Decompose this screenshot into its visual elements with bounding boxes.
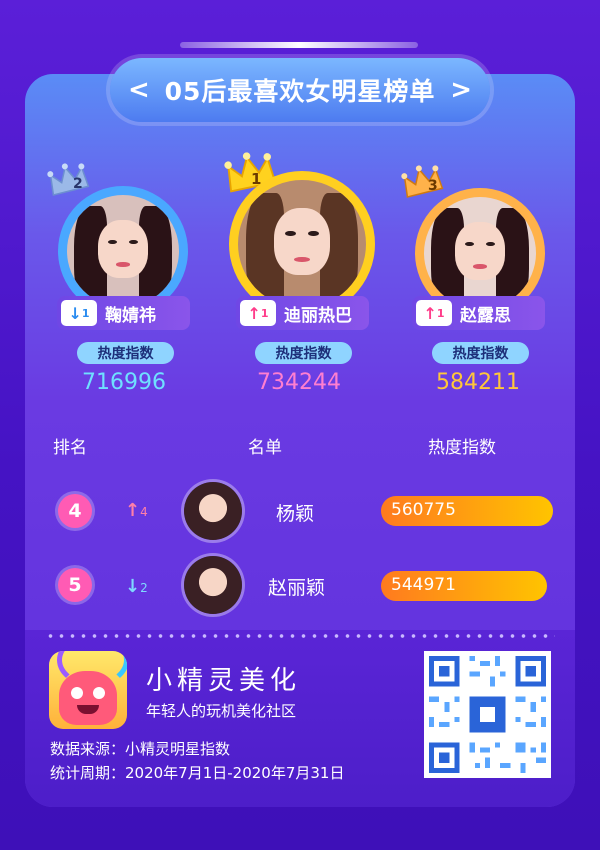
trend-badge: ↓ 1: [61, 300, 97, 326]
data-source: 数据来源：小精灵明星指数: [50, 740, 231, 758]
up-arrow-icon: ↑: [423, 303, 437, 323]
stat-period: 统计周期：2020年7月1日-2020年7月31日: [50, 764, 345, 782]
star-name: 迪丽热巴: [284, 305, 352, 326]
next-arrow-icon[interactable]: >: [450, 75, 472, 105]
heat-bar: 560775: [381, 496, 553, 526]
header-heat: 热度指数: [428, 438, 496, 458]
star-name: 杨颖: [276, 503, 315, 525]
top-glow-bar: [180, 42, 418, 48]
rank-number: 2: [73, 176, 83, 192]
name-tag: ↑ 1 赵露思: [412, 296, 545, 330]
rank-number: 3: [428, 178, 438, 194]
brand-name: 小精灵美化: [146, 666, 302, 696]
star-name: 鞠婧祎: [105, 305, 156, 326]
heat-label: 热度指数: [77, 342, 174, 364]
row-rank: 5: [58, 568, 92, 602]
dotted-divider: [45, 634, 555, 638]
header-rank: 排名: [53, 438, 87, 458]
star-name: 赵露思: [460, 305, 511, 326]
heat-bar: 544971: [381, 571, 547, 601]
trend-badge: ↑ 1: [416, 300, 452, 326]
avatar: [184, 556, 242, 614]
heat-label: 热度指数: [432, 342, 529, 364]
app-logo-icon[interactable]: [49, 651, 127, 729]
up-arrow-icon: ↑: [247, 303, 261, 323]
avatar: [184, 482, 242, 540]
heat-value: 560775: [391, 500, 456, 520]
up-arrow-icon: ↑4: [125, 500, 148, 521]
down-arrow-icon: ↓: [68, 303, 82, 323]
page-title: 05后最喜欢女明星榜单: [164, 77, 436, 106]
down-arrow-icon: ↓2: [125, 576, 148, 597]
star-name: 赵丽颖: [268, 577, 326, 599]
qr-code-icon[interactable]: [424, 651, 551, 778]
heat-value: 716996: [82, 370, 166, 395]
trend-badge: ↑ 1: [240, 300, 276, 326]
header-name: 名单: [248, 438, 282, 458]
heat-value: 584211: [436, 370, 520, 395]
title-banner: < 05后最喜欢女明星榜单 >: [110, 58, 490, 122]
row-rank: 4: [58, 494, 92, 528]
heat-value: 544971: [391, 575, 456, 595]
heat-value: 734244: [257, 370, 341, 395]
prev-arrow-icon[interactable]: <: [128, 75, 150, 105]
brand-slogan: 年轻人的玩机美化社区: [146, 702, 297, 720]
name-tag: ↑ 1 迪丽热巴: [236, 296, 369, 330]
name-tag: ↓ 1 鞠婧祎: [57, 296, 190, 330]
heat-label: 热度指数: [255, 342, 352, 364]
